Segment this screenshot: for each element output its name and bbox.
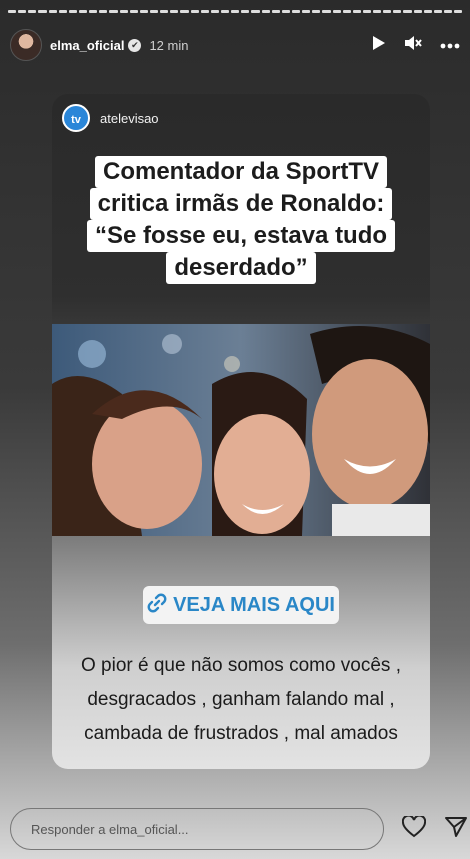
link-icon [147, 593, 167, 618]
progress-segment [383, 10, 392, 13]
progress-segment [231, 10, 240, 13]
progress-segment [352, 10, 361, 13]
progress-segment [281, 10, 290, 13]
progress-segment [210, 10, 219, 13]
progress-segment [423, 10, 432, 13]
story-controls [372, 35, 460, 55]
story-header: elma_oficial ✔ 12 min [10, 28, 460, 62]
progress-segment [170, 10, 179, 13]
progress-segment [373, 10, 382, 13]
story-progress-bar [8, 10, 463, 13]
progress-segment [342, 10, 351, 13]
caption-line: cambada de frustrados , mal amados [84, 723, 398, 744]
progress-segment [190, 10, 199, 13]
progress-segment [200, 10, 209, 13]
headline-line: deserdado” [166, 252, 316, 284]
avatar[interactable] [10, 29, 42, 61]
progress-segment [119, 10, 128, 13]
progress-segment [8, 10, 17, 13]
headline-line: “Se fosse eu, estava tudo [86, 220, 396, 252]
post-time: 12 min [149, 37, 189, 53]
more-options-icon[interactable] [440, 37, 460, 53]
progress-segment [291, 10, 301, 13]
progress-segment [271, 10, 280, 13]
mute-icon[interactable] [404, 35, 422, 55]
source-logo-icon: tv [62, 104, 90, 132]
see-more-link-sticker[interactable]: VEJA MAIS AQUI [143, 586, 339, 624]
heart-icon[interactable] [401, 814, 427, 842]
progress-segment [322, 10, 331, 13]
progress-segment [454, 10, 463, 13]
headline-line: critica irmãs de Ronaldo: [89, 188, 393, 220]
progress-segment [444, 10, 453, 13]
progress-segment [58, 10, 67, 13]
caption-line: O pior é que não somos como vocês , [81, 655, 401, 676]
progress-segment [109, 10, 118, 13]
progress-segment [48, 10, 57, 13]
username[interactable]: elma_oficial [50, 38, 124, 53]
progress-segment [129, 10, 138, 13]
story-footer: Responder a elma_oficial... [10, 808, 467, 850]
progress-segment [332, 10, 341, 13]
progress-segment [251, 10, 260, 13]
headline-line: Comentador da SportTV [94, 156, 387, 188]
progress-segment [180, 10, 189, 13]
progress-segment [403, 10, 412, 13]
post-photo [52, 324, 430, 536]
shared-post-card[interactable]: tv atelevisao Comentador da SportTV crit… [52, 94, 430, 769]
progress-segment [261, 10, 270, 13]
progress-segment [139, 10, 148, 13]
link-sticker-label: VEJA MAIS AQUI [173, 593, 335, 616]
progress-segment [302, 10, 311, 13]
source-name: atelevisao [100, 110, 159, 126]
progress-segment [28, 10, 37, 13]
progress-segment [99, 10, 108, 13]
progress-segment [393, 10, 402, 13]
progress-segment [362, 10, 372, 13]
reply-input[interactable]: Responder a elma_oficial... [10, 808, 384, 850]
progress-segment [413, 10, 422, 13]
progress-segment [312, 10, 321, 13]
verified-badge-icon: ✔ [128, 38, 142, 52]
progress-segment [18, 10, 27, 13]
progress-segment [160, 10, 169, 13]
story-caption: O pior é que não somos como vocês , desg… [52, 649, 430, 751]
headline: Comentador da SportTV critica irmãs de R… [68, 156, 414, 284]
caption-line: desgracados , ganham falando mal , [87, 689, 395, 710]
progress-segment [38, 10, 47, 13]
progress-segment [89, 10, 98, 13]
progress-segment [220, 10, 230, 13]
progress-segment [68, 10, 77, 13]
progress-segment [241, 10, 250, 13]
play-icon[interactable] [372, 35, 386, 55]
progress-segment [149, 10, 159, 13]
post-source[interactable]: tv atelevisao [62, 104, 159, 132]
progress-segment [78, 10, 88, 13]
send-icon[interactable] [444, 816, 468, 842]
progress-segment [433, 10, 443, 13]
